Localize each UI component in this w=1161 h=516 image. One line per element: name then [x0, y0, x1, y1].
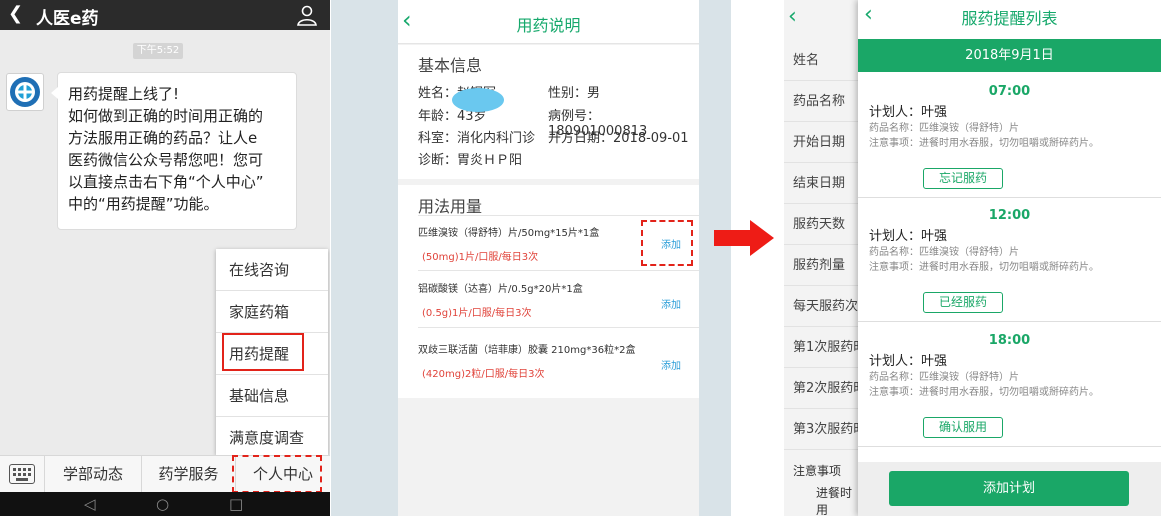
diagnosis: 诊断：胃炎ＨＰ阳 [418, 153, 523, 168]
drug-dose: (50mg)1片/口服/每日3次 [422, 252, 539, 263]
nav-home-icon[interactable]: ○ [156, 495, 169, 513]
medication-instructions-panel: ‹ 用药说明 基本信息 姓名：赵钢军 性别：男 年龄：43岁 病例号：18090… [331, 0, 731, 516]
taken-medication-button[interactable]: 已经服药 [923, 292, 1003, 313]
message-line: 用药提醒上线了! [68, 85, 180, 103]
message-bubble: 用药提醒上线了! 如何做到正确的时间用正确的 方法服用正确的药品？让人e 医药微… [51, 72, 297, 230]
menu-item-family-medicine-box[interactable]: 家庭药箱 [216, 291, 328, 333]
reminder-planner: 计划人：叶强 [869, 229, 948, 244]
form-row-time-3: 第3次服药时间 [784, 409, 864, 450]
message-line: 如何做到正确的时间用正确的 [68, 107, 264, 125]
back-icon[interactable]: ‹ [788, 4, 797, 29]
reminder-note: 注意事项：进餐时用水吞服，切勿咀嚼或掰碎药片。 [869, 262, 1099, 273]
reminder-drug: 药品名称：匹维溴铵（得舒特）片 [869, 372, 1019, 383]
reminder-planner: 计划人：叶强 [869, 354, 948, 369]
menu-item-basic-info[interactable]: 基础信息 [216, 375, 328, 417]
menu-item-satisfaction-survey[interactable]: 满意度调查 [216, 417, 328, 459]
form-row-days: 服药天数 [784, 204, 864, 245]
message-line: 以直接点击右下角“个人中心” [68, 173, 264, 191]
android-nav-bar: ◁ ○ □ [0, 492, 330, 516]
reminder-planner: 计划人：叶强 [869, 105, 948, 120]
privacy-blur-mark [452, 88, 504, 112]
page-title: 服药提醒列表 [961, 9, 1058, 28]
keyboard-icon[interactable] [9, 464, 35, 484]
reminder-card: 07:00 计划人：叶强 药品名称：匹维溴铵（得舒特）片 注意事项：进餐时用水吞… [858, 76, 1161, 198]
drug-dose: (0.5g)1片/口服/每日3次 [422, 308, 532, 319]
chat-title: 人医e药 [36, 9, 99, 29]
flow-arrow-icon [714, 220, 774, 256]
drug-name: 匹维溴铵（得舒特）片/50mg*15片*1盒 [418, 228, 600, 239]
form-notes-text: 进餐时用 [816, 486, 853, 516]
prescription-date: 开方日期：2018-09-01 [548, 131, 689, 146]
drug-name: 铝碳酸镁（达喜）片/0.5g*20片*1盒 [418, 284, 583, 295]
divider [418, 270, 699, 271]
highlight-dashed-personal-center [232, 455, 322, 493]
reminder-card: 12:00 计划人：叶强 药品名称：匹维溴铵（得舒特）片 注意事项：进餐时用水吞… [858, 200, 1161, 322]
instructions-screen: ‹ 用药说明 基本信息 姓名：赵钢军 性别：男 年龄：43岁 病例号：18090… [398, 0, 699, 516]
form-row-start-date: 开始日期 [784, 122, 864, 163]
confirm-taking-button[interactable]: 确认服用 [923, 417, 1003, 438]
usage-dosage-section: 用法用量 匹维溴铵（得舒特）片/50mg*15片*1盒 (50mg)1片/口服/… [398, 185, 699, 398]
reminder-time: 18:00 [988, 333, 1031, 348]
form-row-times-per-day: 每天服药次数 [784, 286, 864, 327]
forgot-medication-button[interactable]: 忘记服药 [923, 168, 1003, 189]
add-reminder-link[interactable]: 添加 [661, 357, 681, 372]
nav-back-icon[interactable]: ◁ [84, 495, 96, 513]
form-row-drug-name: 药品名称 [784, 81, 864, 122]
wechat-chat-panel: ❮ 人医e药 下午5:52 用药提醒上线了! 如何做到正确的时间用正确的 方法服… [0, 0, 330, 516]
form-row-time-1: 第1次服药时间 [784, 327, 864, 368]
form-notes-label: 注意事项 [793, 464, 842, 478]
message-line: 中的“用药提醒”功能。 [68, 195, 219, 213]
form-row-dose: 服药剂量 [784, 245, 864, 286]
reminder-card: 18:00 计划人：叶强 药品名称：匹维溴铵（得舒特）片 注意事项：进餐时用水吞… [858, 325, 1161, 447]
patient-gender: 性别：男 [548, 86, 601, 101]
highlight-dashed-add-link [641, 220, 693, 266]
message-line: 方法服用正确的药品？让人e [68, 129, 258, 147]
reminder-note: 注意事项：进餐时用水吞服，切勿咀嚼或掰碎药片。 [869, 387, 1099, 398]
form-row-time-2: 第2次服药时间 [784, 368, 864, 409]
reminder-time: 12:00 [988, 208, 1031, 223]
reminder-list-screen: ‹ 服药提醒列表 2018年9月1日 07:00 计划人：叶强 药品名称：匹维溴… [858, 0, 1161, 516]
message-timestamp: 下午5:52 [133, 43, 183, 59]
menu-item-online-consult[interactable]: 在线咨询 [216, 249, 328, 291]
reminder-panel: ‹ 姓名 药品名称 开始日期 结束日期 服药天数 服药剂量 每天服药次数 第1次… [784, 0, 1161, 516]
message-line: 医药微信公众号帮您吧！您可 [68, 151, 264, 169]
reminder-time: 07:00 [988, 84, 1031, 99]
add-plan-button[interactable]: 添加计划 [889, 471, 1129, 506]
tab-department-news[interactable]: 学部动态 [44, 456, 141, 493]
divider [418, 327, 699, 328]
nav-recent-icon[interactable]: □ [229, 495, 243, 513]
basic-info-section: 基本信息 姓名：赵钢军 性别：男 年龄：43岁 病例号：180901000813… [398, 45, 699, 179]
drug-dose: (420mg)2粒/口服/每日3次 [422, 369, 545, 380]
add-reminder-link[interactable]: 添加 [661, 296, 681, 311]
back-icon[interactable]: ❮ [8, 3, 23, 24]
drug-name: 双歧三联活菌（培菲康）胶囊 210mg*36粒*2盒 [418, 345, 636, 356]
reminder-date-bar: 2018年9月1日 [858, 39, 1161, 72]
user-profile-icon[interactable] [296, 4, 318, 26]
form-row-name: 姓名 [784, 40, 864, 81]
avatar[interactable] [6, 73, 44, 111]
page-title: 用药说明 [516, 16, 581, 35]
highlight-box-medication-reminder [222, 333, 304, 371]
reminder-header: ‹ 服药提醒列表 [858, 0, 1161, 33]
reminder-note: 注意事项：进餐时用水吞服，切勿咀嚼或掰碎药片。 [869, 138, 1099, 149]
add-plan-form-behind: ‹ 姓名 药品名称 开始日期 结束日期 服药天数 服药剂量 每天服药次数 第1次… [784, 0, 864, 516]
reminder-drug: 药品名称：匹维溴铵（得舒特）片 [869, 123, 1019, 134]
divider [418, 215, 699, 216]
section-title-basic-info: 基本信息 [418, 56, 483, 75]
section-title-usage: 用法用量 [418, 197, 483, 216]
hospital-logo-icon [10, 77, 40, 107]
instructions-header: ‹ 用药说明 [398, 0, 699, 44]
chat-top-bar: ❮ 人医e药 [0, 0, 330, 30]
form-row-end-date: 结束日期 [784, 163, 864, 204]
reminder-drug: 药品名称：匹维溴铵（得舒特）片 [869, 247, 1019, 258]
tab-pharmacy-service[interactable]: 药学服务 [141, 456, 235, 493]
department: 科室：消化内科门诊 [418, 131, 536, 146]
